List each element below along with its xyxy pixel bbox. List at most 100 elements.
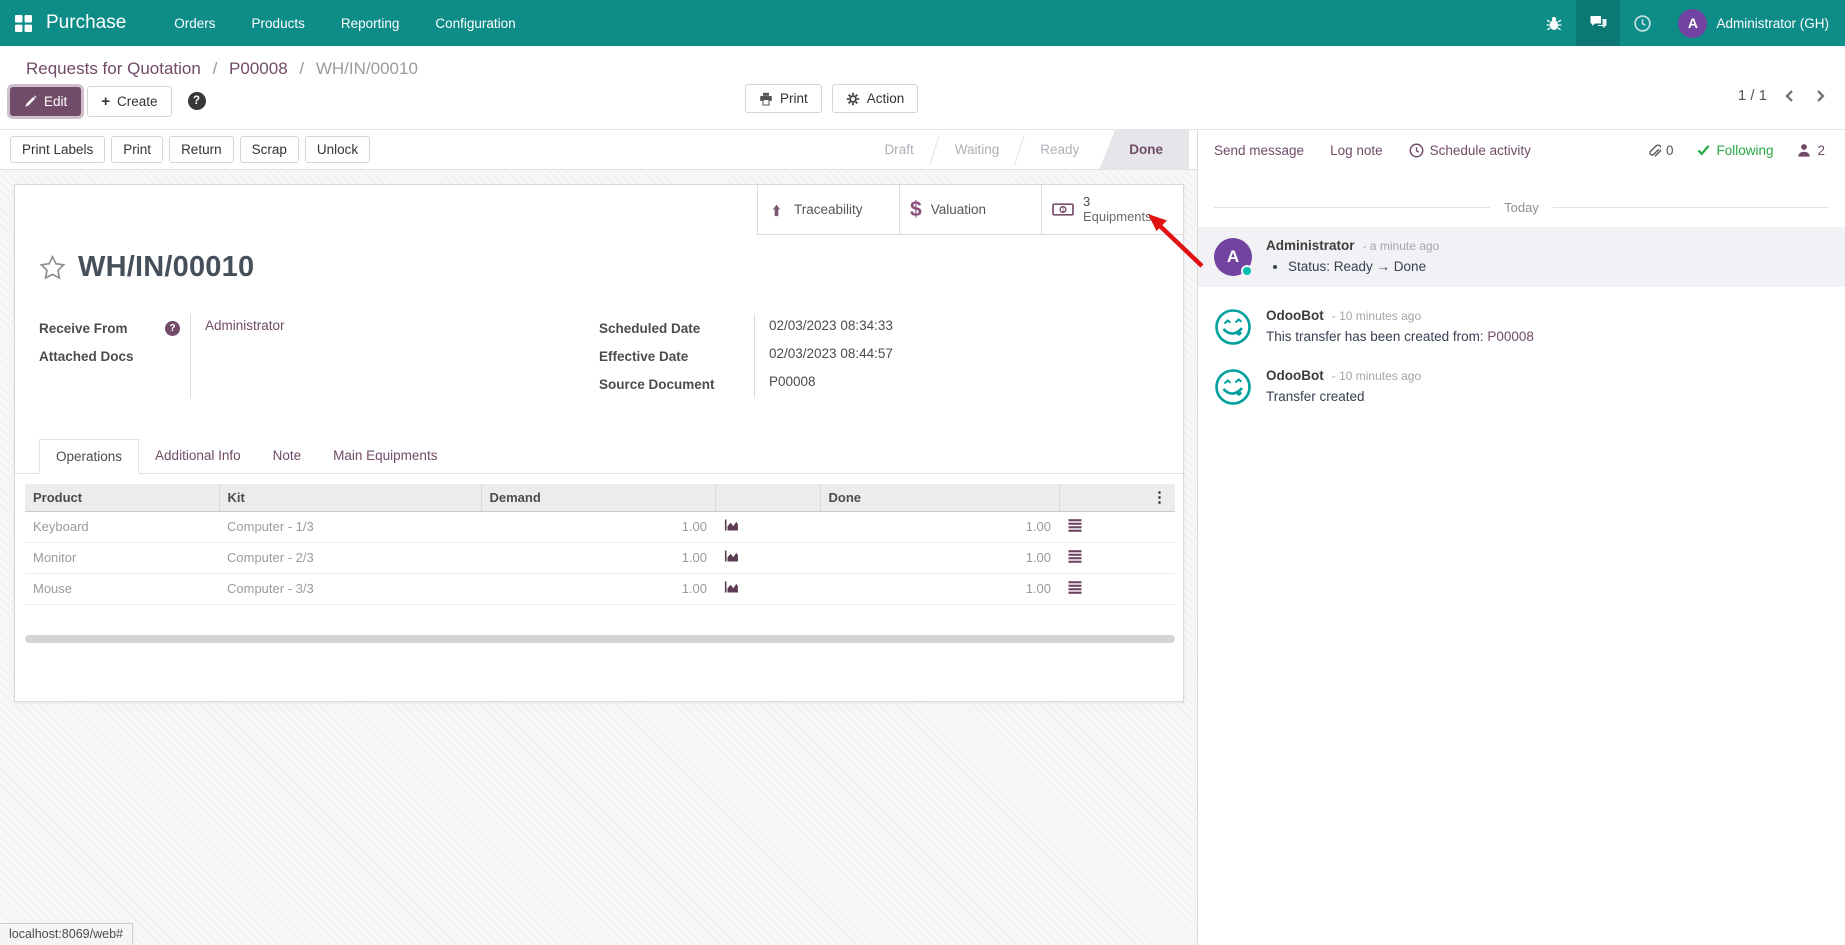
col-demand[interactable]: Demand	[481, 484, 715, 511]
cell-demand[interactable]: 1.00	[481, 573, 715, 604]
tab-additional-info[interactable]: Additional Info	[139, 439, 257, 474]
menu-orders[interactable]: Orders	[160, 0, 229, 46]
cell-product[interactable]: Keyboard	[25, 511, 219, 542]
tab-note[interactable]: Note	[257, 439, 318, 474]
chatter-right-tools: 0 Following 2	[1647, 143, 1825, 158]
col-done[interactable]: Done	[820, 484, 1059, 511]
source-document-value[interactable]: P00008	[755, 370, 816, 393]
message-author[interactable]: OdooBot	[1266, 308, 1324, 323]
gear-icon	[846, 92, 860, 106]
cell-demand[interactable]: 1.00	[481, 511, 715, 542]
form-header: Print Labels Print Return Scrap Unlock D…	[0, 130, 1197, 170]
pager-next-icon[interactable]	[1815, 88, 1827, 104]
attachments-button[interactable]: 0	[1647, 143, 1674, 158]
schedule-activity-button[interactable]: Schedule activity	[1409, 143, 1531, 158]
field-help-icon[interactable]: ?	[165, 321, 180, 336]
detailed-operations-icon[interactable]	[1067, 548, 1083, 564]
equipments-count: 3	[1083, 195, 1166, 210]
message-time: - 10 minutes ago	[1332, 309, 1421, 323]
cell-done[interactable]: 1.00	[820, 542, 1059, 573]
create-label: Create	[117, 94, 158, 109]
activities-clock-icon[interactable]	[1620, 0, 1664, 46]
cell-kit[interactable]: Computer - 3/3	[219, 573, 481, 604]
stage-done[interactable]: Done	[1099, 130, 1189, 170]
stage-draft[interactable]: Draft	[864, 130, 933, 170]
col-kit[interactable]: Kit	[219, 484, 481, 511]
effective-date-value[interactable]: 02/03/2023 08:44:57	[755, 342, 893, 365]
send-message-button[interactable]: Send message	[1214, 143, 1304, 158]
check-icon	[1697, 144, 1710, 156]
scheduled-date-label: Scheduled Date	[599, 321, 700, 336]
valuation-button[interactable]: $ Valuation	[899, 185, 1041, 235]
help-question-icon[interactable]: ?	[188, 92, 206, 110]
forecast-chart-icon[interactable]	[723, 517, 740, 533]
attached-docs-label: Attached Docs	[39, 349, 134, 364]
message-body: Transfer created	[1266, 389, 1829, 404]
return-button[interactable]: Return	[169, 136, 234, 163]
detailed-operations-icon[interactable]	[1067, 517, 1083, 533]
detailed-operations-icon[interactable]	[1067, 579, 1083, 595]
tab-operations[interactable]: Operations	[39, 439, 139, 474]
edit-button[interactable]: Edit	[10, 87, 81, 116]
equipments-button[interactable]: 1 3 Equipments ...	[1041, 185, 1183, 235]
valuation-label: Valuation	[931, 202, 986, 217]
menu-products[interactable]: Products	[238, 0, 319, 46]
user-menu[interactable]: A Administrator (GH)	[1664, 0, 1845, 46]
col-product[interactable]: Product	[25, 484, 219, 511]
favorite-star-icon[interactable]	[39, 254, 66, 281]
online-status-dot	[1241, 265, 1253, 277]
table-row[interactable]: Mouse Computer - 3/3 1.00 1.00	[25, 573, 1175, 604]
debug-bug-icon[interactable]	[1532, 0, 1576, 46]
message-author[interactable]: Administrator	[1266, 238, 1355, 253]
create-button[interactable]: + Create	[87, 86, 171, 117]
messages-icon[interactable]	[1576, 0, 1620, 46]
cell-done[interactable]: 1.00	[820, 511, 1059, 542]
attached-docs-value[interactable]	[191, 342, 205, 350]
app-name[interactable]: Purchase	[46, 12, 126, 34]
print-action-group: Print Action	[745, 84, 918, 113]
menu-configuration[interactable]: Configuration	[421, 0, 529, 46]
statusbar: Draft Waiting Ready Done	[864, 130, 1189, 170]
pager-previous-icon[interactable]	[1783, 88, 1795, 104]
cell-product[interactable]: Monitor	[25, 542, 219, 573]
receive-from-value[interactable]: Administrator	[191, 314, 285, 337]
breadcrumb-link-rfq[interactable]: Requests for Quotation	[26, 59, 201, 78]
control-panel: Requests for Quotation / P00008 / WH/IN/…	[0, 46, 1845, 130]
menu-reporting[interactable]: Reporting	[327, 0, 414, 46]
svg-text:1: 1	[1061, 208, 1065, 214]
field-receive-from: Receive From ? Administrator	[39, 314, 599, 342]
chatter-toolbar: Send message Log note Schedule activity …	[1198, 130, 1845, 170]
cell-kit[interactable]: Computer - 2/3	[219, 542, 481, 573]
breadcrumb-link-p00008[interactable]: P00008	[229, 59, 288, 78]
source-record-link[interactable]: P00008	[1487, 329, 1534, 344]
forecast-chart-icon[interactable]	[723, 548, 740, 564]
stage-ready[interactable]: Ready	[1020, 130, 1099, 170]
table-row[interactable]: Monitor Computer - 2/3 1.00 1.00	[25, 542, 1175, 573]
apps-menu-icon[interactable]	[0, 0, 46, 46]
pager-counter: 1 / 1	[1738, 87, 1767, 104]
cell-demand[interactable]: 1.00	[481, 542, 715, 573]
scheduled-date-value[interactable]: 02/03/2023 08:34:33	[755, 314, 893, 337]
log-note-button[interactable]: Log note	[1330, 143, 1383, 158]
money-bill-icon: 1	[1052, 202, 1074, 217]
stage-waiting[interactable]: Waiting	[935, 130, 1020, 170]
forecast-chart-icon[interactable]	[723, 579, 740, 595]
optional-columns-icon[interactable]: ⋮	[1152, 490, 1167, 505]
action-button[interactable]: Action	[832, 84, 919, 113]
traceability-button[interactable]: Traceability	[757, 185, 899, 235]
tab-main-equipments[interactable]: Main Equipments	[317, 439, 453, 474]
followers-button[interactable]: 2	[1797, 143, 1825, 158]
print-labels-button[interactable]: Print Labels	[10, 136, 105, 163]
cell-kit[interactable]: Computer - 1/3	[219, 511, 481, 542]
scrap-button[interactable]: Scrap	[240, 136, 299, 163]
print-button[interactable]: Print	[745, 84, 822, 113]
print-button-form[interactable]: Print	[111, 136, 163, 163]
table-row[interactable]: Keyboard Computer - 1/3 1.00 1.00	[25, 511, 1175, 542]
message-body: This transfer has been created from: P00…	[1266, 329, 1829, 344]
horizontal-scrollbar[interactable]	[25, 635, 1175, 643]
cell-done[interactable]: 1.00	[820, 573, 1059, 604]
message-author[interactable]: OdooBot	[1266, 368, 1324, 383]
unlock-button[interactable]: Unlock	[305, 136, 370, 163]
cell-product[interactable]: Mouse	[25, 573, 219, 604]
following-button[interactable]: Following	[1697, 143, 1773, 158]
